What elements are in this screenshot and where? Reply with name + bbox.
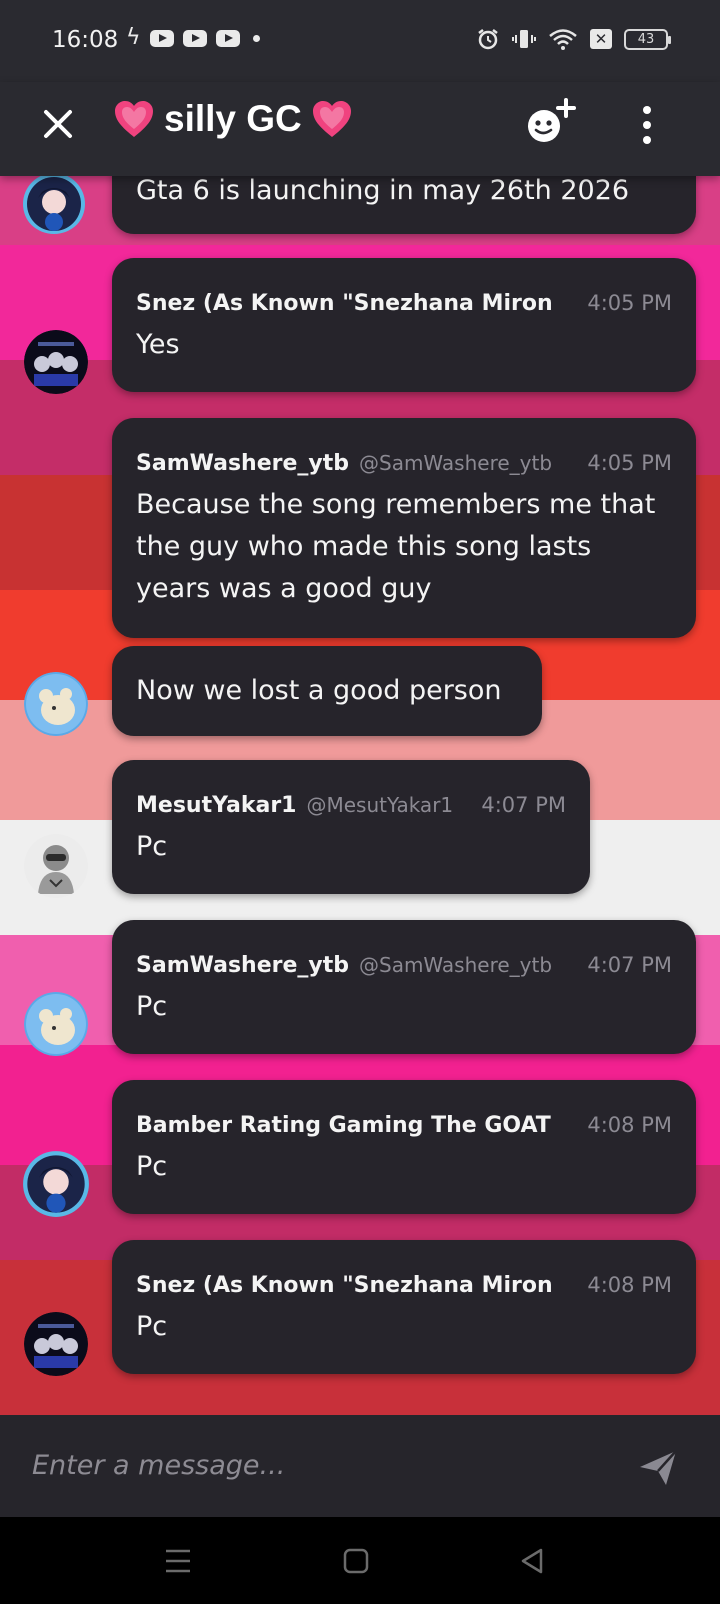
- sender-handle: @SamWashere_ytb: [359, 953, 553, 977]
- message-text: Because the song remembers me that the g…: [136, 489, 656, 604]
- notification-icons: ϟ: [126, 25, 260, 50]
- message-text: Pc: [136, 1311, 168, 1342]
- message-time: 4:07 PM: [481, 793, 566, 817]
- sender-name[interactable]: Snez (As Known "Snezhana Miron: [136, 1273, 553, 1298]
- vibrate-icon: [512, 30, 536, 48]
- message-time: 4:05 PM: [587, 291, 672, 315]
- battery-icon: 43: [624, 28, 671, 50]
- add-member-icon[interactable]: [524, 98, 578, 146]
- message-text: Now we lost a good person: [136, 675, 502, 706]
- send-icon[interactable]: [636, 1445, 680, 1489]
- heart-icon: [115, 101, 153, 137]
- status-bar: 16:08 ϟ ✕ 43: [0, 0, 720, 82]
- message-bubble[interactable]: MesutYakar1 @MesutYakar1 4:07 PM Pc: [112, 760, 590, 894]
- sender-name[interactable]: Bamber Rating Gaming The GOAT: [136, 1113, 551, 1138]
- avatar[interactable]: [24, 330, 88, 394]
- wifi-icon: [549, 29, 577, 50]
- message-input[interactable]: [32, 1445, 592, 1485]
- sender-handle: @SamWashere_ytb: [359, 451, 553, 475]
- chat-header: silly GC: [0, 82, 720, 176]
- message-time: 4:05 PM: [587, 451, 672, 475]
- back-icon[interactable]: [514, 1543, 550, 1579]
- message-bubble[interactable]: Now we lost a good person: [112, 646, 542, 736]
- close-icon[interactable]: [38, 104, 78, 144]
- avatar[interactable]: [22, 172, 86, 234]
- message-text: Gta 6 is launching in may 26th 2026: [136, 175, 630, 206]
- message-text: Yes: [136, 329, 180, 360]
- alarm-icon: [478, 29, 498, 50]
- youtube-icon: [215, 29, 240, 47]
- message-time: 4:08 PM: [587, 1113, 672, 1137]
- youtube-icon: [149, 29, 174, 47]
- message-time: 4:08 PM: [587, 1273, 672, 1297]
- avatar[interactable]: [24, 992, 88, 1056]
- more-vertical-icon[interactable]: [632, 102, 662, 148]
- avatar[interactable]: [22, 1150, 90, 1218]
- home-icon[interactable]: [338, 1543, 374, 1579]
- message-text: Pc: [136, 991, 168, 1022]
- lightning-icon: ϟ: [126, 25, 141, 50]
- message-text: Pc: [136, 831, 168, 862]
- chat-title: silly GC: [164, 98, 302, 139]
- sender-name[interactable]: SamWashere_ytb: [136, 953, 349, 978]
- status-time: 16:08: [52, 27, 119, 53]
- more-notifications-dot: [252, 34, 260, 42]
- message-header: Snez (As Known "Snezhana Miron 4:05 PM: [136, 288, 672, 318]
- page-title: silly GC: [112, 98, 354, 140]
- message-bubble[interactable]: SamWashere_ytb @SamWashere_ytb 4:05 PM B…: [112, 418, 696, 638]
- message-header: Bamber Rating Gaming The GOAT 4:08 PM: [136, 1110, 672, 1140]
- message-composer: [0, 1415, 720, 1517]
- message-header: MesutYakar1 @MesutYakar1 4:07 PM: [136, 790, 566, 820]
- message-bubble[interactable]: Snez (As Known "Snezhana Miron 4:08 PM P…: [112, 1240, 696, 1374]
- sender-handle: @MesutYakar1: [306, 793, 454, 817]
- heart-icon: [312, 101, 351, 137]
- message-time: 4:07 PM: [587, 953, 672, 977]
- youtube-icon: [182, 29, 207, 47]
- sender-name[interactable]: SamWashere_ytb: [136, 451, 349, 476]
- sender-name[interactable]: Snez (As Known "Snezhana Miron: [136, 291, 553, 316]
- message-header: SamWashere_ytb @SamWashere_ytb 4:07 PM: [136, 950, 672, 980]
- message-header: SamWashere_ytb @SamWashere_ytb 4:05 PM: [136, 448, 672, 478]
- system-navigation-bar: [0, 1517, 720, 1604]
- message-bubble[interactable]: SamWashere_ytb @SamWashere_ytb 4:07 PM P…: [112, 920, 696, 1054]
- menu-icon[interactable]: [160, 1543, 196, 1579]
- message-bubble[interactable]: Snez (As Known "Snezhana Miron 4:05 PM Y…: [112, 258, 696, 392]
- avatar[interactable]: [24, 834, 88, 898]
- message-bubble[interactable]: Bamber Rating Gaming The GOAT 4:08 PM Pc: [112, 1080, 696, 1214]
- avatar[interactable]: [24, 1312, 88, 1376]
- message-header: Snez (As Known "Snezhana Miron 4:08 PM: [136, 1270, 672, 1300]
- sim-off-icon: ✕: [590, 29, 612, 49]
- message-text: Pc: [136, 1151, 168, 1182]
- system-icons: ✕ 43: [476, 27, 671, 51]
- sender-name[interactable]: MesutYakar1: [136, 793, 296, 818]
- avatar[interactable]: [24, 672, 88, 736]
